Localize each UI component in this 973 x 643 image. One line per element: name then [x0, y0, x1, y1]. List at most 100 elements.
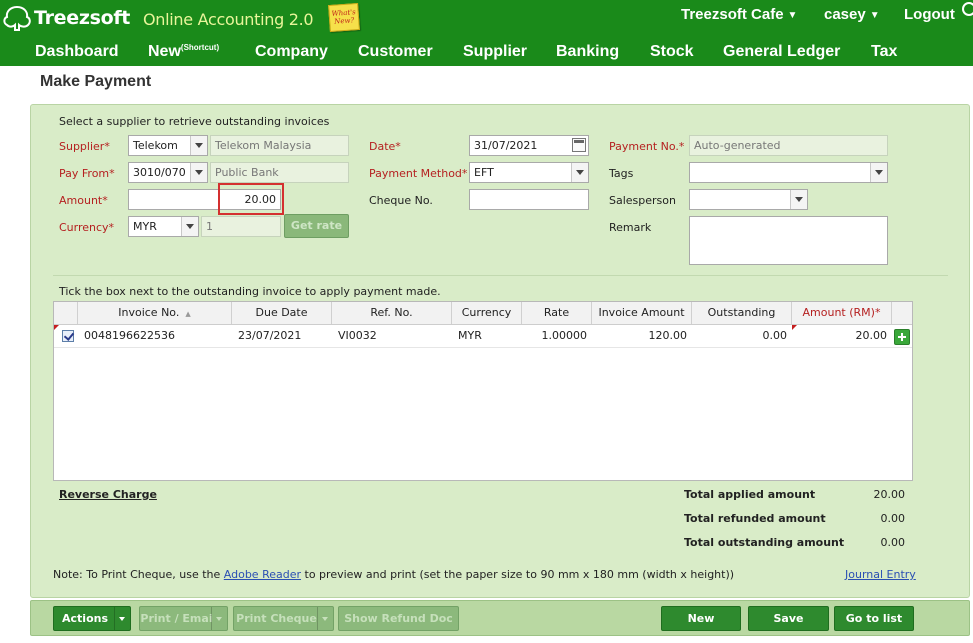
supplier-label: Supplier*	[59, 140, 110, 153]
tags-label: Tags	[609, 167, 634, 180]
column-rate[interactable]: Rate	[522, 302, 592, 324]
journal-entry-link[interactable]: Journal Entry	[845, 568, 916, 581]
exchange-rate-field: 1	[201, 216, 281, 237]
remark-textarea[interactable]	[689, 216, 888, 265]
chevron-down-icon: ▼	[787, 10, 798, 21]
print-email-button[interactable]: Print / Emai	[139, 606, 228, 631]
adobe-reader-link[interactable]: Adobe Reader	[224, 568, 301, 581]
cheque-no-label: Cheque No.	[369, 194, 433, 207]
top-header: Treezsoft Online Accounting 2.0 What's N…	[0, 0, 973, 66]
pay-from-select[interactable]: 3010/070	[128, 162, 208, 183]
page-title: Make Payment	[40, 73, 152, 90]
user-name: casey	[824, 6, 866, 23]
logo-text: Treezsoft	[34, 7, 131, 29]
invoice-table: Invoice No. ▲ Due Date Ref. No. Currency …	[53, 301, 913, 481]
currency-label: Currency*	[59, 221, 115, 234]
help-icon[interactable]	[962, 2, 973, 16]
go-to-list-button[interactable]: Go to list	[834, 606, 914, 631]
actions-button[interactable]: Actions	[53, 606, 131, 631]
date-value: 31/07/2021	[474, 139, 538, 152]
row-select-checkbox[interactable]	[62, 330, 74, 342]
select-column-header	[54, 302, 78, 324]
show-refund-doc-button[interactable]: Show Refund Doc	[338, 606, 459, 631]
total-applied-label: Total applied amount	[684, 488, 816, 501]
bottom-toolbar: Actions Print / Emai Print Cheque Show R…	[30, 600, 970, 636]
payment-panel: Select a supplier to retrieve outstandin…	[30, 104, 970, 598]
pay-from-code: 3010/070	[133, 166, 186, 179]
date-label: Date*	[369, 140, 401, 153]
chevron-down-icon	[870, 163, 887, 182]
nav-new-shortcut: (Shortcut)	[180, 43, 220, 52]
logo[interactable]: Treezsoft	[2, 4, 130, 32]
column-invoice-no[interactable]: Invoice No. ▲	[78, 302, 232, 324]
cell-currency: MYR	[458, 329, 482, 342]
nav-stock[interactable]: Stock	[650, 43, 694, 61]
print-cheque-button[interactable]: Print Cheque	[233, 606, 334, 631]
payment-method-select[interactable]: EFT	[469, 162, 589, 183]
sort-asc-icon: ▲	[185, 310, 191, 318]
pay-from-name-field: Public Bank	[210, 162, 349, 183]
date-input[interactable]: 31/07/2021	[469, 135, 589, 156]
supplier-instruction: Select a supplier to retrieve outstandin…	[59, 115, 330, 128]
nav-banking[interactable]: Banking	[556, 43, 619, 61]
chevron-down-icon	[317, 607, 333, 630]
chevron-down-icon	[211, 607, 227, 630]
print-cheque-label: Print Cheque	[236, 612, 317, 625]
nav-tax[interactable]: Tax	[871, 43, 897, 61]
cell-amount-rm[interactable]: 20.00	[792, 325, 888, 347]
reverse-charge-link[interactable]: Reverse Charge	[59, 488, 157, 501]
add-column-header	[892, 302, 912, 324]
table-row: 0048196622536 23/07/2021 VI0032 MYR 1.00…	[54, 325, 912, 348]
nav-new[interactable]: New(Shortcut)	[148, 43, 219, 61]
edited-flag-icon	[54, 325, 59, 330]
whats-new-note[interactable]: What's New?	[328, 2, 360, 33]
new-button[interactable]: New	[661, 606, 741, 631]
amount-label: Amount*	[59, 194, 108, 207]
chevron-down-icon	[571, 163, 588, 182]
nav-customer[interactable]: Customer	[358, 43, 433, 61]
column-currency[interactable]: Currency	[452, 302, 522, 324]
user-menu[interactable]: casey ▼	[824, 6, 880, 23]
pay-from-label: Pay From*	[59, 167, 115, 180]
add-row-icon[interactable]	[894, 329, 910, 345]
app-name: Online Accounting 2.0	[143, 10, 314, 29]
payment-no-field: Auto-generated	[689, 135, 888, 156]
column-outstanding[interactable]: Outstanding	[692, 302, 792, 324]
section-divider	[53, 275, 948, 276]
column-ref-no[interactable]: Ref. No.	[332, 302, 452, 324]
chevron-down-icon	[181, 217, 198, 236]
total-applied-value: 20.00	[873, 488, 906, 501]
calendar-icon[interactable]	[572, 138, 586, 152]
save-button[interactable]: Save	[748, 606, 829, 631]
total-outstanding-value: 0.00	[880, 536, 906, 549]
amount-highlight-box	[218, 183, 284, 215]
nav-general-ledger[interactable]: General Ledger	[723, 43, 840, 61]
salesperson-select[interactable]	[689, 189, 808, 210]
supplier-select[interactable]: Telekom	[128, 135, 208, 156]
currency-select[interactable]: MYR	[128, 216, 199, 237]
tags-select[interactable]	[689, 162, 888, 183]
logout-link[interactable]: Logout	[904, 6, 955, 23]
get-rate-button[interactable]: Get rate	[284, 214, 349, 238]
table-header: Invoice No. ▲ Due Date Ref. No. Currency …	[54, 302, 912, 325]
salesperson-label: Salesperson	[609, 194, 676, 207]
chevron-down-icon	[190, 163, 207, 182]
cell-due-date: 23/07/2021	[238, 329, 302, 342]
cell-ref-no: VI0032	[338, 329, 377, 342]
column-due-date[interactable]: Due Date	[232, 302, 332, 324]
remark-label: Remark	[609, 221, 652, 234]
note-prefix: Note: To Print Cheque, use the	[53, 568, 224, 581]
nav-supplier[interactable]: Supplier	[463, 43, 527, 61]
payment-method-value: EFT	[474, 166, 494, 179]
cell-rate: 1.00000	[541, 329, 588, 342]
column-invoice-amount[interactable]: Invoice Amount	[592, 302, 692, 324]
column-amount-rm[interactable]: Amount (RM)*	[792, 302, 892, 324]
company-menu[interactable]: Treezsoft Cafe ▼	[681, 6, 797, 23]
nav-dashboard[interactable]: Dashboard	[35, 43, 119, 61]
cheque-no-input[interactable]	[469, 189, 589, 210]
note-suffix: to preview and print (set the paper size…	[301, 568, 735, 581]
company-name: Treezsoft Cafe	[681, 6, 784, 23]
total-refunded-value: 0.00	[880, 512, 906, 525]
cell-outstanding: 0.00	[762, 329, 788, 342]
nav-company[interactable]: Company	[255, 43, 328, 61]
